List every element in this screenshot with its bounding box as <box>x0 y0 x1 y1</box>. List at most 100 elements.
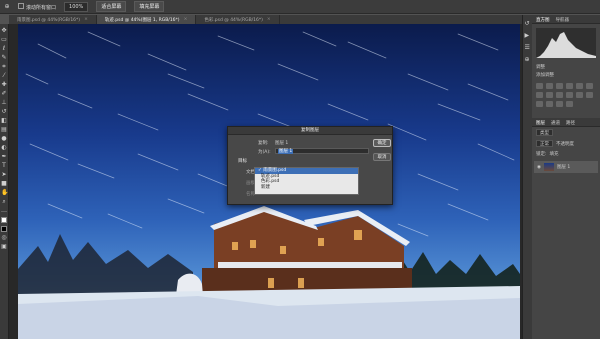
quick-select-tool-icon[interactable]: ✎ <box>1 55 7 61</box>
color-balance-icon[interactable] <box>536 92 543 98</box>
dropdown-option-new[interactable]: 新建 <box>255 185 358 191</box>
as-label: 为(A): <box>258 150 271 155</box>
tab-label: 雨景图.psd @ 44%(RGB/16*) <box>17 17 81 23</box>
photoshop-window: ⊕ 滚动所有窗口 100% 适合屏幕 填充屏幕 雨景图.psd @ 44%(RG… <box>0 0 600 339</box>
levels-icon[interactable] <box>546 83 553 89</box>
adjustments-header: 调整 <box>532 62 600 72</box>
path-select-tool-icon[interactable]: ➤ <box>1 172 7 178</box>
properties-panel-icon[interactable]: ☰ <box>525 45 531 51</box>
tab-paths[interactable]: 路径 <box>566 120 575 126</box>
brightness-contrast-icon[interactable] <box>536 83 543 89</box>
document-dropdown-menu: ✓ 雨景图.psd 轨迹.psd 色彩.psd 新建 <box>254 167 359 195</box>
type-tool-icon[interactable]: T <box>1 163 7 169</box>
eyedropper-tool-icon[interactable]: ⁄ <box>1 73 7 79</box>
option-label: 新建 <box>260 184 270 190</box>
option-label: 雨景图.psd <box>263 168 287 173</box>
threshold-icon[interactable] <box>546 101 553 107</box>
layer-name-input[interactable]: 图层 1 <box>275 148 369 154</box>
tab-trails[interactable]: 轨迹.psd @ 44%(图层 1, RGB/16*) × <box>96 15 197 24</box>
history-panel-icon[interactable]: ↺ <box>525 21 531 27</box>
tab-navigator[interactable]: 导航器 <box>556 17 570 23</box>
tools-panel: ✥ ▭ ℓ ✎ ⌗ ⁄ ✚ ✐ ⊥ ↺ ◧ ▤ ● ◐ ✒ T ➤ ■ ✋ ⌕ … <box>0 24 9 339</box>
black-white-icon[interactable] <box>546 92 553 98</box>
invert-icon[interactable] <box>586 92 593 98</box>
lasso-tool-icon[interactable]: ℓ <box>1 46 7 52</box>
tab-histogram[interactable]: 直方图 <box>536 17 550 23</box>
document-tabs: 雨景图.psd @ 44%(RGB/16*) × 轨迹.psd @ 44%(图层 … <box>9 15 522 24</box>
fill-screen-button[interactable]: 填充屏幕 <box>134 1 165 12</box>
vibrance-icon[interactable] <box>576 83 583 89</box>
add-adjustment-row: 添加调整 <box>532 72 600 80</box>
play-actions-icon[interactable]: ▶ <box>525 33 531 39</box>
layer-thumbnail <box>543 163 554 171</box>
option-label: 色彩.psd <box>260 179 280 184</box>
right-panels: 直方图 导航器 调整 添加调整 图层 通道 路径 类型 正常 不透明度 锁定: … <box>532 15 600 339</box>
cancel-button[interactable]: 取消 <box>373 153 391 161</box>
pen-tool-icon[interactable]: ✒ <box>1 154 7 160</box>
lock-label: 锁定: <box>536 152 547 157</box>
clone-stamp-tool-icon[interactable]: ⊥ <box>1 100 7 106</box>
tab-label: 色彩.psd @ 44%(RGB/16*) <box>204 17 263 23</box>
layer-name-value: 图层 1 <box>278 149 294 154</box>
adjustment-icons-grid <box>532 80 600 110</box>
tab-layers[interactable]: 图层 <box>536 120 545 126</box>
adjustments-tab[interactable]: 调整 <box>536 64 545 70</box>
close-icon[interactable]: × <box>84 17 88 22</box>
blend-row: 正常 不透明度 <box>532 138 600 149</box>
history-brush-tool-icon[interactable]: ↺ <box>1 109 7 115</box>
layer-row[interactable]: ◉ 图层 1 <box>534 161 598 173</box>
copy-label: 复制: <box>258 141 269 146</box>
move-tool-icon[interactable]: ✥ <box>1 28 7 34</box>
exposure-icon[interactable] <box>566 83 573 89</box>
layer-name[interactable]: 图层 1 <box>557 164 570 170</box>
tab-color[interactable]: 色彩.psd @ 44%(RGB/16*) × <box>196 15 280 24</box>
puppet-icon[interactable]: ⊕ <box>525 57 531 63</box>
close-icon[interactable]: × <box>267 17 271 22</box>
hand-tool-icon[interactable]: ✋ <box>1 190 8 196</box>
foreground-color-swatch[interactable] <box>1 217 7 223</box>
options-bar: ⊕ 滚动所有窗口 100% 适合屏幕 填充屏幕 <box>0 0 600 14</box>
photo-filter-icon[interactable] <box>556 92 563 98</box>
healing-brush-tool-icon[interactable]: ✚ <box>1 82 7 88</box>
dodge-tool-icon[interactable]: ◐ <box>1 145 7 151</box>
zoom-tool-icon[interactable]: ⌕ <box>1 199 7 205</box>
more-tools-icon[interactable]: … <box>1 208 7 214</box>
option-label: 轨迹.psd <box>260 173 280 179</box>
gradient-map-icon[interactable] <box>566 101 573 107</box>
gradient-tool-icon[interactable]: ▤ <box>1 127 7 133</box>
tab-rain-scene[interactable]: 雨景图.psd @ 44%(RGB/16*) × <box>9 15 97 24</box>
opacity-label: 不透明度 <box>556 141 574 147</box>
scroll-all-windows-checkbox[interactable]: 滚动所有窗口 <box>18 2 56 11</box>
blur-tool-icon[interactable]: ● <box>1 136 7 142</box>
kind-filter-select[interactable]: 类型 <box>536 129 553 136</box>
layer-filter-row: 类型 <box>532 127 600 138</box>
histogram-panel-tabs: 直方图 导航器 <box>532 15 600 24</box>
visibility-eye-icon[interactable]: ◉ <box>537 165 541 170</box>
hue-saturation-icon[interactable] <box>586 83 593 89</box>
marquee-tool-icon[interactable]: ▭ <box>1 37 7 43</box>
collapsed-panels-bar: ↺ ▶ ☰ ⊕ <box>522 15 532 339</box>
selective-color-icon[interactable] <box>556 101 563 107</box>
target-section-label: 目标 <box>238 159 247 164</box>
eraser-tool-icon[interactable]: ◧ <box>1 118 7 124</box>
tab-channels[interactable]: 通道 <box>551 120 560 126</box>
checkbox-icon <box>18 2 24 9</box>
brush-tool-icon[interactable]: ✐ <box>1 91 7 97</box>
ok-button[interactable]: 确定 <box>373 139 391 147</box>
add-adjustment-label: 添加调整 <box>536 73 554 78</box>
curves-icon[interactable] <box>556 83 563 89</box>
color-lookup-icon[interactable] <box>576 92 583 98</box>
background-color-swatch[interactable] <box>1 226 7 232</box>
zoom-percent-field[interactable]: 100% <box>64 1 89 12</box>
zoom-icon[interactable]: ⊕ <box>4 3 10 10</box>
lock-row: 锁定: 填充 <box>532 149 600 159</box>
posterize-icon[interactable] <box>536 101 543 107</box>
quick-mask-icon[interactable]: ◎ <box>1 235 7 241</box>
shape-tool-icon[interactable]: ■ <box>1 181 7 187</box>
close-icon[interactable]: × <box>184 17 188 22</box>
screen-mode-icon[interactable]: ▣ <box>1 244 7 250</box>
blend-mode-select[interactable]: 正常 <box>536 140 553 147</box>
crop-tool-icon[interactable]: ⌗ <box>1 64 7 70</box>
channel-mixer-icon[interactable] <box>566 92 573 98</box>
fit-screen-button[interactable]: 适合屏幕 <box>96 1 127 12</box>
